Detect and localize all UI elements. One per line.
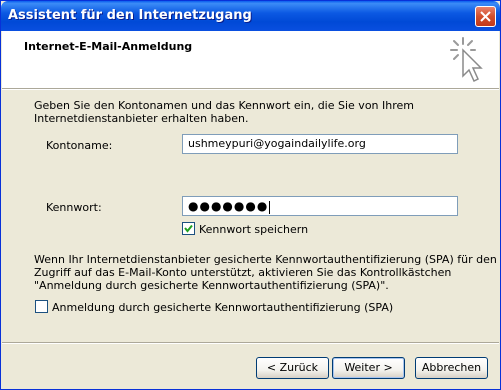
text-caret: [269, 200, 271, 214]
remember-password-checkbox[interactable]: [182, 222, 195, 235]
intro-text-line1: Geben Sie den Kontonamen und das Kennwor…: [34, 99, 414, 112]
password-input[interactable]: ●●●●●●●: [182, 196, 458, 216]
page-title: Internet-E-Mail-Anmeldung: [24, 40, 193, 53]
next-button[interactable]: Weiter >: [332, 357, 405, 379]
password-value: ●●●●●●●: [188, 199, 269, 213]
account-name-value: ushmeypuri@yogaindailylife.org: [188, 137, 366, 150]
window-title: Assistent für den Internetzugang: [8, 8, 252, 23]
title-bar[interactable]: Assistent für den Internetzugang: [1, 1, 500, 31]
password-label: Kennwort:: [46, 201, 102, 214]
remember-password-label[interactable]: Kennwort speichern: [199, 223, 308, 236]
wizard-window: Assistent für den Internetzugang Interne…: [0, 0, 501, 390]
account-name-label: Kontoname:: [46, 139, 113, 152]
cancel-button[interactable]: Abbrechen: [415, 357, 488, 379]
spa-checkbox-label[interactable]: Anmeldung durch gesicherte Kennwortauthe…: [52, 301, 393, 314]
spa-text-line1: Wenn Ihr Internetdienstanbieter gesicher…: [34, 253, 497, 266]
back-button[interactable]: < Zurück: [256, 357, 329, 379]
wizard-cursor-icon: [450, 37, 483, 83]
header-panel: Internet-E-Mail-Anmeldung: [2, 31, 499, 89]
spa-text-line3: "Anmeldung durch gesicherte Kennwortauth…: [34, 279, 389, 292]
close-icon: [480, 11, 491, 22]
account-name-input[interactable]: ushmeypuri@yogaindailylife.org: [182, 134, 458, 154]
spa-text-line2: Zugriff auf das E-Mail-Konto unterstützt…: [34, 266, 452, 279]
intro-text-line2: Internetdienstanbieter erhalten haben.: [34, 112, 249, 125]
button-separator: [2, 342, 499, 344]
close-button[interactable]: [475, 6, 496, 27]
spa-checkbox[interactable]: [35, 300, 48, 313]
checkmark-icon: [184, 224, 193, 233]
header-divider: [2, 89, 499, 90]
